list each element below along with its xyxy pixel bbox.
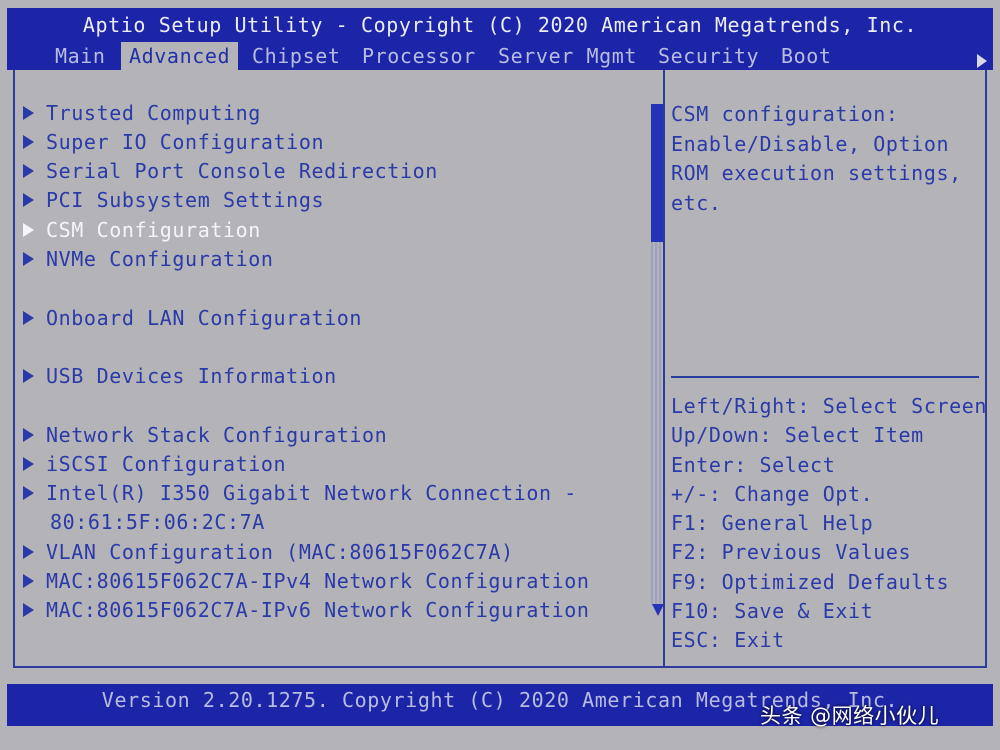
tab-security[interactable]: Security: [650, 42, 767, 70]
menu-item-label: PCI Subsystem Settings: [46, 188, 325, 212]
submenu-arrow-icon: [23, 310, 34, 325]
menu-item-intel-i350[interactable]: Intel(R) I350 Gigabit Network Connection…: [23, 479, 577, 508]
key-hint: Left/Right: Select Screen: [671, 394, 988, 418]
help-separator: [671, 376, 979, 378]
menu-item-usb-devices[interactable]: USB Devices Information: [23, 362, 337, 391]
menu-item-nvme[interactable]: NVMe Configuration: [23, 245, 274, 274]
submenu-arrow-icon: [23, 368, 34, 383]
bios-screen: Aptio Setup Utility - Copyright (C) 2020…: [0, 0, 1000, 750]
key-hint: F10: Save & Exit: [671, 599, 874, 624]
menu-item-label: MAC:80615F062C7A-IPv6 Network Configurat…: [46, 598, 590, 622]
menu-item-ipv6[interactable]: MAC:80615F062C7A-IPv6 Network Configurat…: [23, 596, 590, 625]
menu-item-trusted-computing[interactable]: Trusted Computing: [23, 99, 261, 128]
menu-item-ipv4[interactable]: MAC:80615F062C7A-IPv4 Network Configurat…: [23, 567, 590, 596]
menu-item-onboard-lan[interactable]: Onboard LAN Configuration: [23, 304, 362, 333]
submenu-arrow-icon: [23, 544, 34, 559]
triangle-right-icon[interactable]: [977, 54, 987, 68]
menu-item-label: NVMe Configuration: [46, 247, 274, 271]
key-hint: F9: Optimized Defaults: [671, 569, 950, 594]
submenu-arrow-icon: [23, 134, 34, 149]
tab-main[interactable]: Main: [47, 42, 114, 70]
tab-chipset[interactable]: Chipset: [244, 42, 349, 70]
menu-item-network-stack[interactable]: Network Stack Configuration: [23, 421, 387, 450]
key-hint: ESC: Exit: [671, 628, 785, 653]
tab-boot[interactable]: Boot: [773, 42, 840, 70]
help-description: CSM configuration: Enable/Disable, Optio…: [671, 102, 962, 215]
menu-item-pci-subsystem[interactable]: PCI Subsystem Settings: [23, 186, 324, 215]
submenu-arrow-icon: [23, 602, 34, 617]
window-title: Aptio Setup Utility - Copyright (C) 2020…: [82, 13, 918, 37]
menu-item-label: iSCSI Configuration: [46, 452, 287, 476]
menu-item-serial-port[interactable]: Serial Port Console Redirection: [23, 157, 438, 186]
tab-advanced[interactable]: Advanced: [121, 42, 239, 70]
key-hint: F1: General Help: [671, 511, 874, 536]
menu-item-label: Onboard LAN Configuration: [46, 306, 363, 330]
main-content: Trusted Computing Super IO Configuration…: [7, 70, 993, 682]
submenu-arrow-icon: [23, 105, 34, 120]
key-hint: Up/Down: Select Item: [671, 423, 924, 448]
menu-item-label: MAC:80615F062C7A-IPv4 Network Configurat…: [46, 569, 590, 593]
menu-item-label: USB Devices Information: [46, 364, 337, 388]
key-legend: Left/Right: Select Screen Up/Down: Selec…: [671, 392, 988, 656]
submenu-arrow-icon: [23, 485, 34, 500]
menu-item-iscsi[interactable]: iSCSI Configuration: [23, 450, 286, 479]
submenu-arrow-icon: [23, 573, 34, 588]
submenu-arrow-icon: [23, 456, 34, 471]
tab-processor[interactable]: Processor: [354, 42, 484, 70]
submenu-arrow-icon: [23, 251, 34, 266]
header-bar: Aptio Setup Utility - Copyright (C) 2020…: [7, 8, 993, 70]
key-hint: F2: Previous Values: [671, 540, 912, 565]
menu-item-label: Serial Port Console Redirection: [46, 159, 438, 183]
menu-item-super-io[interactable]: Super IO Configuration: [23, 128, 324, 157]
menu-pane: Trusted Computing Super IO Configuration…: [13, 70, 665, 668]
watermark-text: 头条 @网络小伙儿: [760, 704, 940, 728]
menu-item-csm[interactable]: CSM Configuration: [23, 216, 261, 245]
submenu-arrow-icon: [23, 163, 34, 178]
tab-bar: Main Advanced Chipset Processor Server M…: [7, 42, 993, 70]
menu-item-label: Trusted Computing: [46, 101, 261, 125]
menu-item-label: Super IO Configuration: [46, 130, 325, 154]
menu-item-label: Network Stack Configuration: [46, 423, 388, 447]
menu-item-label: Intel(R) I350 Gigabit Network Connection…: [46, 481, 577, 505]
submenu-arrow-icon: [23, 192, 34, 207]
menu-item-label: VLAN Configuration (MAC:80615F062C7A): [46, 540, 514, 564]
submenu-arrow-icon: [23, 427, 34, 442]
submenu-arrow-icon: [23, 222, 34, 237]
menu-item-vlan[interactable]: VLAN Configuration (MAC:80615F062C7A): [23, 538, 514, 567]
key-hint: +/-: Change Opt.: [671, 481, 874, 506]
menu-item-label: CSM Configuration: [46, 218, 261, 242]
key-hint: Enter: Select: [671, 452, 836, 477]
menu-item-intel-i350-mac[interactable]: 80:61:5F:06:2C:7A: [50, 508, 265, 537]
help-pane: CSM configuration: Enable/Disable, Optio…: [665, 70, 987, 668]
tab-server-mgmt[interactable]: Server Mgmt: [490, 42, 645, 70]
